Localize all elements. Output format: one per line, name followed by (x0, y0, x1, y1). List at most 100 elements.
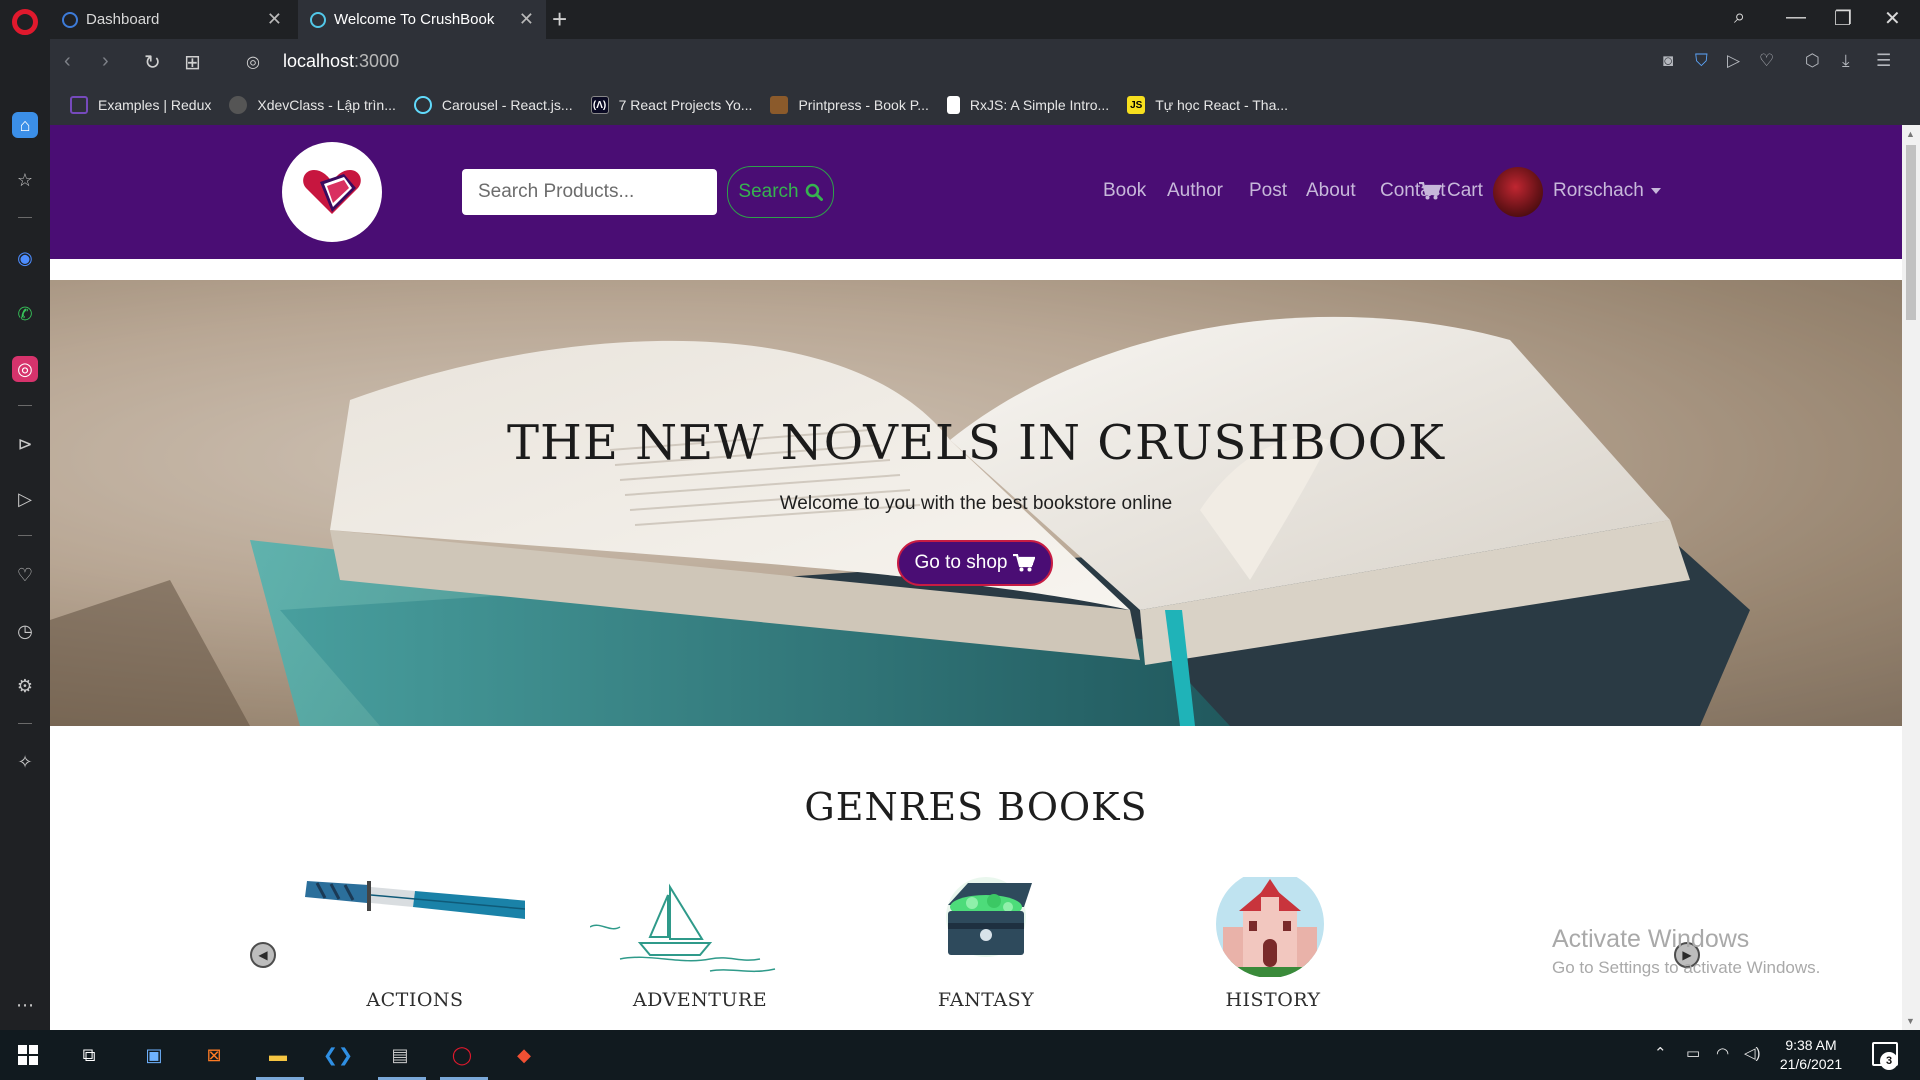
heart-icon[interactable]: ♡ (1759, 51, 1774, 71)
whatsapp-icon[interactable]: ✆ (12, 301, 38, 327)
minimize-icon[interactable]: — (1786, 6, 1806, 29)
search-tabs-icon[interactable]: ⌕ (1734, 6, 1745, 29)
extensions-icon[interactable]: ⬡ (1805, 51, 1820, 71)
more-dots-icon[interactable]: ⋯ (12, 992, 38, 1018)
tray-chevron-up-icon[interactable]: ⌃ (1654, 1044, 1667, 1062)
nav-link-cart[interactable]: Cart (1419, 180, 1483, 202)
bookmark-xdevclass[interactable]: XdevClass - Lập trìn... (229, 96, 396, 114)
genre-card-adventure[interactable]: ADVENTURE (590, 877, 810, 1030)
genre-label: ADVENTURE (632, 989, 768, 1011)
clock-date: 21/6/2021 (1779, 1056, 1843, 1072)
sidebar-divider (18, 217, 32, 218)
git-icon[interactable]: ◆ (508, 1039, 540, 1071)
window-app-icon[interactable]: ▤ (384, 1039, 416, 1071)
file-explorer-icon[interactable]: ▬ (262, 1039, 294, 1071)
bookmark-redux[interactable]: Examples | Redux (70, 96, 211, 114)
scroll-thumb[interactable] (1906, 145, 1916, 320)
close-tab-icon[interactable]: ✕ (267, 9, 282, 30)
instagram-icon[interactable]: ◎ (12, 356, 38, 382)
book-icon (770, 96, 789, 114)
genre-card-actions[interactable]: ACTIONS (305, 877, 525, 1030)
crushbook-logo[interactable] (282, 142, 382, 242)
url-host: localhost (283, 51, 355, 71)
tips-lightbulb-icon[interactable]: ✧ (12, 749, 38, 775)
vpn-shield-icon[interactable]: ⛉ (1695, 51, 1708, 71)
genre-card-history[interactable]: HISTORY (1163, 877, 1383, 1030)
bookmark-react-projects[interactable]: (Λ) 7 React Projects Yo... (590, 96, 752, 114)
bookmark-label: Carousel - React.js... (441, 97, 573, 113)
cart-icon (1419, 182, 1441, 200)
settings-gear-icon[interactable]: ⚙ (12, 673, 38, 699)
bookmark-carousel[interactable]: Carousel - React.js... (413, 96, 573, 114)
opera-logo-icon[interactable] (12, 9, 38, 35)
browser-tab-strip: Dashboard ✕ Welcome To CrushBook ✕ + ⌕ —… (0, 0, 1920, 39)
sidebar-divider (18, 723, 32, 724)
taskbar-clock[interactable]: 9:38 AM 21/6/2021 (1770, 1036, 1852, 1074)
xampp-icon[interactable]: ⊠ (198, 1039, 230, 1071)
tab-dashboard[interactable]: Dashboard ✕ (50, 0, 294, 39)
download-icon[interactable]: ⤓ (1842, 51, 1850, 71)
snapshot-icon[interactable]: ◙ (1663, 51, 1673, 71)
volume-icon[interactable]: ◁) (1744, 1044, 1761, 1062)
reload-icon[interactable]: ↻ (144, 50, 161, 75)
chevron-left-icon: ◀ (258, 948, 268, 962)
scroll-up-icon[interactable]: ▲ (1906, 129, 1915, 139)
react-icon (413, 96, 432, 114)
pinboard-heart-icon[interactable]: ♡ (12, 562, 38, 588)
react-favicon-icon (310, 11, 326, 28)
history-clock-icon[interactable]: ◷ (12, 618, 38, 644)
windows-start-icon[interactable] (12, 1039, 44, 1071)
carousel-prev-button[interactable]: ◀ (250, 942, 276, 968)
flow-send-icon[interactable]: ▷ (12, 486, 38, 512)
speed-dial-icon[interactable]: ⊞ (184, 50, 201, 75)
opera-taskbar-icon[interactable]: ◯ (446, 1039, 478, 1071)
user-avatar[interactable] (1493, 167, 1543, 217)
task-view-icon[interactable]: ⧉ (73, 1039, 105, 1071)
tab-crushbook[interactable]: Welcome To CrushBook ✕ (298, 0, 546, 39)
new-tab-button[interactable]: + (552, 4, 567, 35)
sailboat-icon (590, 883, 776, 973)
watermark-title: Activate Windows (1552, 925, 1750, 953)
nav-link-author[interactable]: Author (1167, 180, 1223, 202)
tab-title: Dashboard (86, 11, 160, 28)
go-to-shop-button[interactable]: Go to shop (897, 540, 1053, 586)
activate-windows-watermark: Activate Windows Go to Settings to activ… (1552, 925, 1820, 978)
send-icon[interactable]: ▷ (1727, 51, 1740, 71)
genres-title: GENRES BOOKS (804, 785, 1148, 829)
easy-setup-icon[interactable]: ☰ (1876, 51, 1891, 71)
back-icon[interactable]: ‹ (64, 50, 71, 73)
page-scrollbar[interactable]: ▲ ▼ (1902, 125, 1920, 1030)
genre-label: ACTIONS (366, 989, 464, 1011)
scroll-down-icon[interactable]: ▼ (1906, 1016, 1915, 1026)
cart-label: Cart (1447, 180, 1483, 201)
wifi-icon[interactable]: ◠ (1716, 1044, 1729, 1062)
user-dropdown[interactable]: Rorschach (1553, 180, 1661, 202)
home-icon[interactable]: ⌂ (12, 112, 38, 138)
nav-link-post[interactable]: Post (1249, 180, 1287, 202)
search-button[interactable]: Search (727, 166, 834, 218)
nav-link-book[interactable]: Book (1103, 180, 1146, 202)
treasure-chest-icon (946, 877, 1032, 957)
bookmark-label: XdevClass - Lập trìn... (257, 97, 396, 113)
bookmarks-bar: Examples | Redux XdevClass - Lập trìn...… (50, 85, 1920, 125)
restore-icon[interactable]: ❐ (1834, 6, 1852, 31)
search-icon (805, 183, 823, 201)
bookmark-printpress[interactable]: Printpress - Book P... (770, 96, 929, 114)
close-tab-icon[interactable]: ✕ (519, 9, 534, 30)
messenger-icon[interactable]: ◉ (12, 245, 38, 271)
control-panel-icon[interactable]: ▣ (138, 1039, 170, 1071)
bookmark-rxjs[interactable]: RxJS: A Simple Intro... (946, 96, 1109, 114)
genre-card-fantasy[interactable]: FANTASY (876, 877, 1096, 1030)
vscode-icon[interactable]: ❮❯ (322, 1039, 354, 1071)
search-products-input[interactable] (462, 169, 717, 215)
close-window-icon[interactable]: ✕ (1884, 6, 1901, 31)
bookmark-tu-hoc-react[interactable]: JS Tự học React - Tha... (1127, 96, 1288, 114)
battery-icon[interactable]: ▭ (1686, 1044, 1700, 1062)
watermark-subtitle: Go to Settings to activate Windows. (1552, 958, 1821, 977)
nav-link-about[interactable]: About (1306, 180, 1356, 202)
url-field[interactable]: localhost:3000 (283, 51, 399, 72)
dashboard-favicon-icon (62, 11, 78, 28)
player-icon[interactable]: ⊳ (12, 431, 38, 457)
forward-icon[interactable]: › (102, 50, 109, 73)
bookmarks-star-icon[interactable]: ☆ (12, 167, 38, 193)
